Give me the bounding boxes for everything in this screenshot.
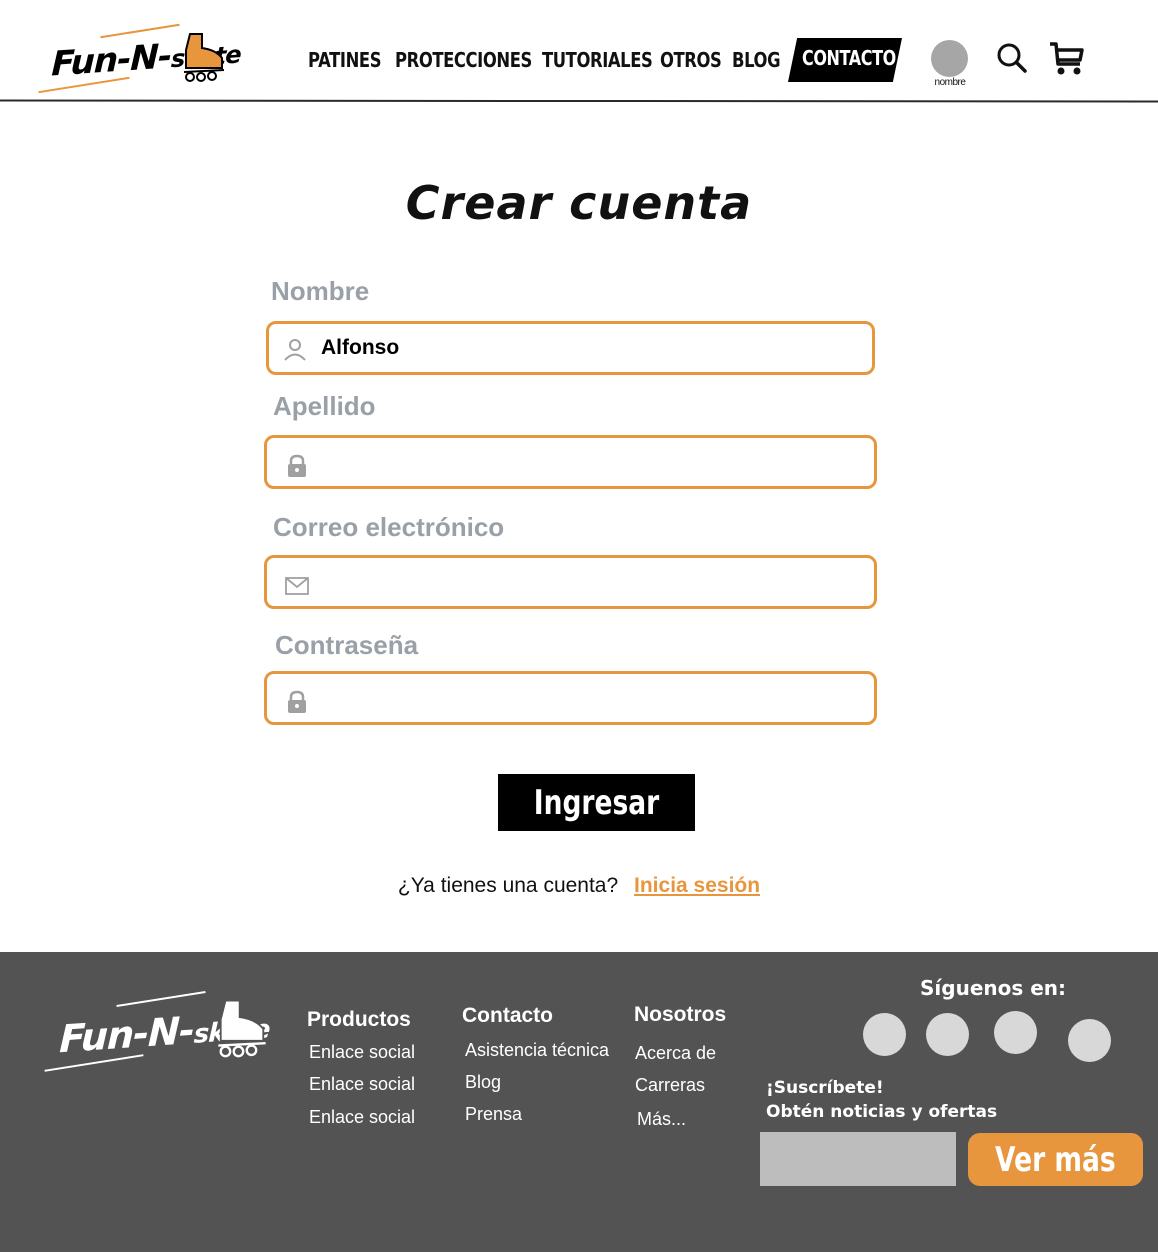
nav-protecciones[interactable]: PROTECCIONES (395, 48, 532, 72)
skate-icon (183, 33, 225, 82)
subscribe-email-input[interactable] (760, 1132, 956, 1186)
social-icon[interactable] (926, 1013, 969, 1056)
apellido-input[interactable] (319, 446, 839, 478)
subscribe-button[interactable]: Ver más (968, 1133, 1143, 1186)
footer-link[interactable]: Carreras (635, 1075, 705, 1096)
ingresar-button[interactable]: Ingresar (498, 774, 695, 831)
contrasena-input[interactable] (319, 682, 839, 714)
footer-link[interactable]: Prensa (465, 1104, 522, 1125)
footer-col-title-nosotros: Nosotros (634, 1003, 727, 1026)
footer-link[interactable]: Acerca de (635, 1043, 716, 1064)
logo-text-part: Fun-N- (58, 1008, 195, 1062)
nombre-input[interactable] (321, 332, 841, 364)
logo-text-part: Fun-N- (50, 36, 172, 85)
social-icon[interactable] (1068, 1019, 1111, 1062)
user-avatar[interactable] (931, 40, 968, 77)
field-apellido[interactable] (264, 435, 877, 489)
brand-logo[interactable]: Fun-N-skate (38, 23, 241, 94)
nav-patines[interactable]: PATINES (308, 48, 382, 72)
label-nombre: Nombre (271, 276, 370, 306)
login-prompt-row: ¿Ya tienes una cuenta? Inicia sesión (0, 874, 1158, 898)
logo-swoosh-line (116, 990, 206, 1008)
label-correo: Correo electrónico (273, 512, 505, 542)
nav-blog[interactable]: BLOG (732, 48, 781, 72)
ingresar-button-label: Ingresar (533, 782, 660, 823)
search-icon[interactable] (996, 42, 1028, 74)
footer-link[interactable]: Más... (637, 1109, 686, 1130)
footer-col-title-contacto: Contacto (462, 1004, 553, 1027)
social-icon[interactable] (863, 1013, 906, 1056)
label-contrasena: Contraseña (275, 630, 419, 660)
user-icon (284, 339, 306, 361)
footer-logo[interactable]: Fun-N-skate (44, 990, 270, 1072)
site-header: Fun-N-skate PATINES PROTECCIONES TUTORIA… (0, 0, 1158, 104)
cart-icon[interactable] (1048, 40, 1086, 78)
login-link[interactable]: Inicia sesión (634, 874, 760, 897)
user-name: nombre (934, 77, 966, 88)
footer-link[interactable]: Blog (465, 1072, 501, 1093)
lock-icon (288, 690, 306, 713)
subscribe-title: ¡Suscríbete! Obtén noticias y ofertas (766, 1076, 997, 1124)
field-contrasena[interactable] (264, 671, 877, 725)
site-footer: Fun-N-skate Productos Enlace social Enla… (0, 952, 1158, 1252)
footer-link[interactable]: Asistencia técnica (465, 1040, 609, 1061)
field-nombre[interactable] (266, 321, 875, 375)
nav-contacto-label: CONTACTO (802, 46, 896, 70)
field-correo[interactable] (264, 555, 877, 609)
skate-icon (218, 999, 266, 1058)
subscribe-line: ¡Suscríbete! (766, 1078, 884, 1098)
footer-link[interactable]: Enlace social (309, 1074, 415, 1095)
footer-link[interactable]: Enlace social (309, 1107, 415, 1128)
social-icon[interactable] (994, 1011, 1037, 1054)
mail-icon (285, 577, 309, 595)
footer-link[interactable]: Enlace social (309, 1042, 415, 1063)
nav-otros[interactable]: OTROS (660, 48, 722, 72)
login-prompt: ¿Ya tienes una cuenta? (397, 874, 619, 897)
subscribe-line: Obtén noticias y ofertas (766, 1102, 998, 1122)
page-title: Crear cuenta (405, 176, 753, 230)
follow-label: Síguenos en: (920, 976, 1067, 1000)
label-apellido: Apellido (273, 391, 376, 421)
lock-icon (288, 454, 306, 477)
footer-col-title-productos: Productos (307, 1008, 411, 1031)
correo-input[interactable] (319, 566, 839, 598)
subscribe-button-label: Ver más (995, 1139, 1116, 1180)
nav-tutoriales[interactable]: TUTORIALES (542, 48, 653, 72)
header-divider (0, 99, 1158, 103)
nav-contacto[interactable]: CONTACTO (788, 38, 902, 82)
